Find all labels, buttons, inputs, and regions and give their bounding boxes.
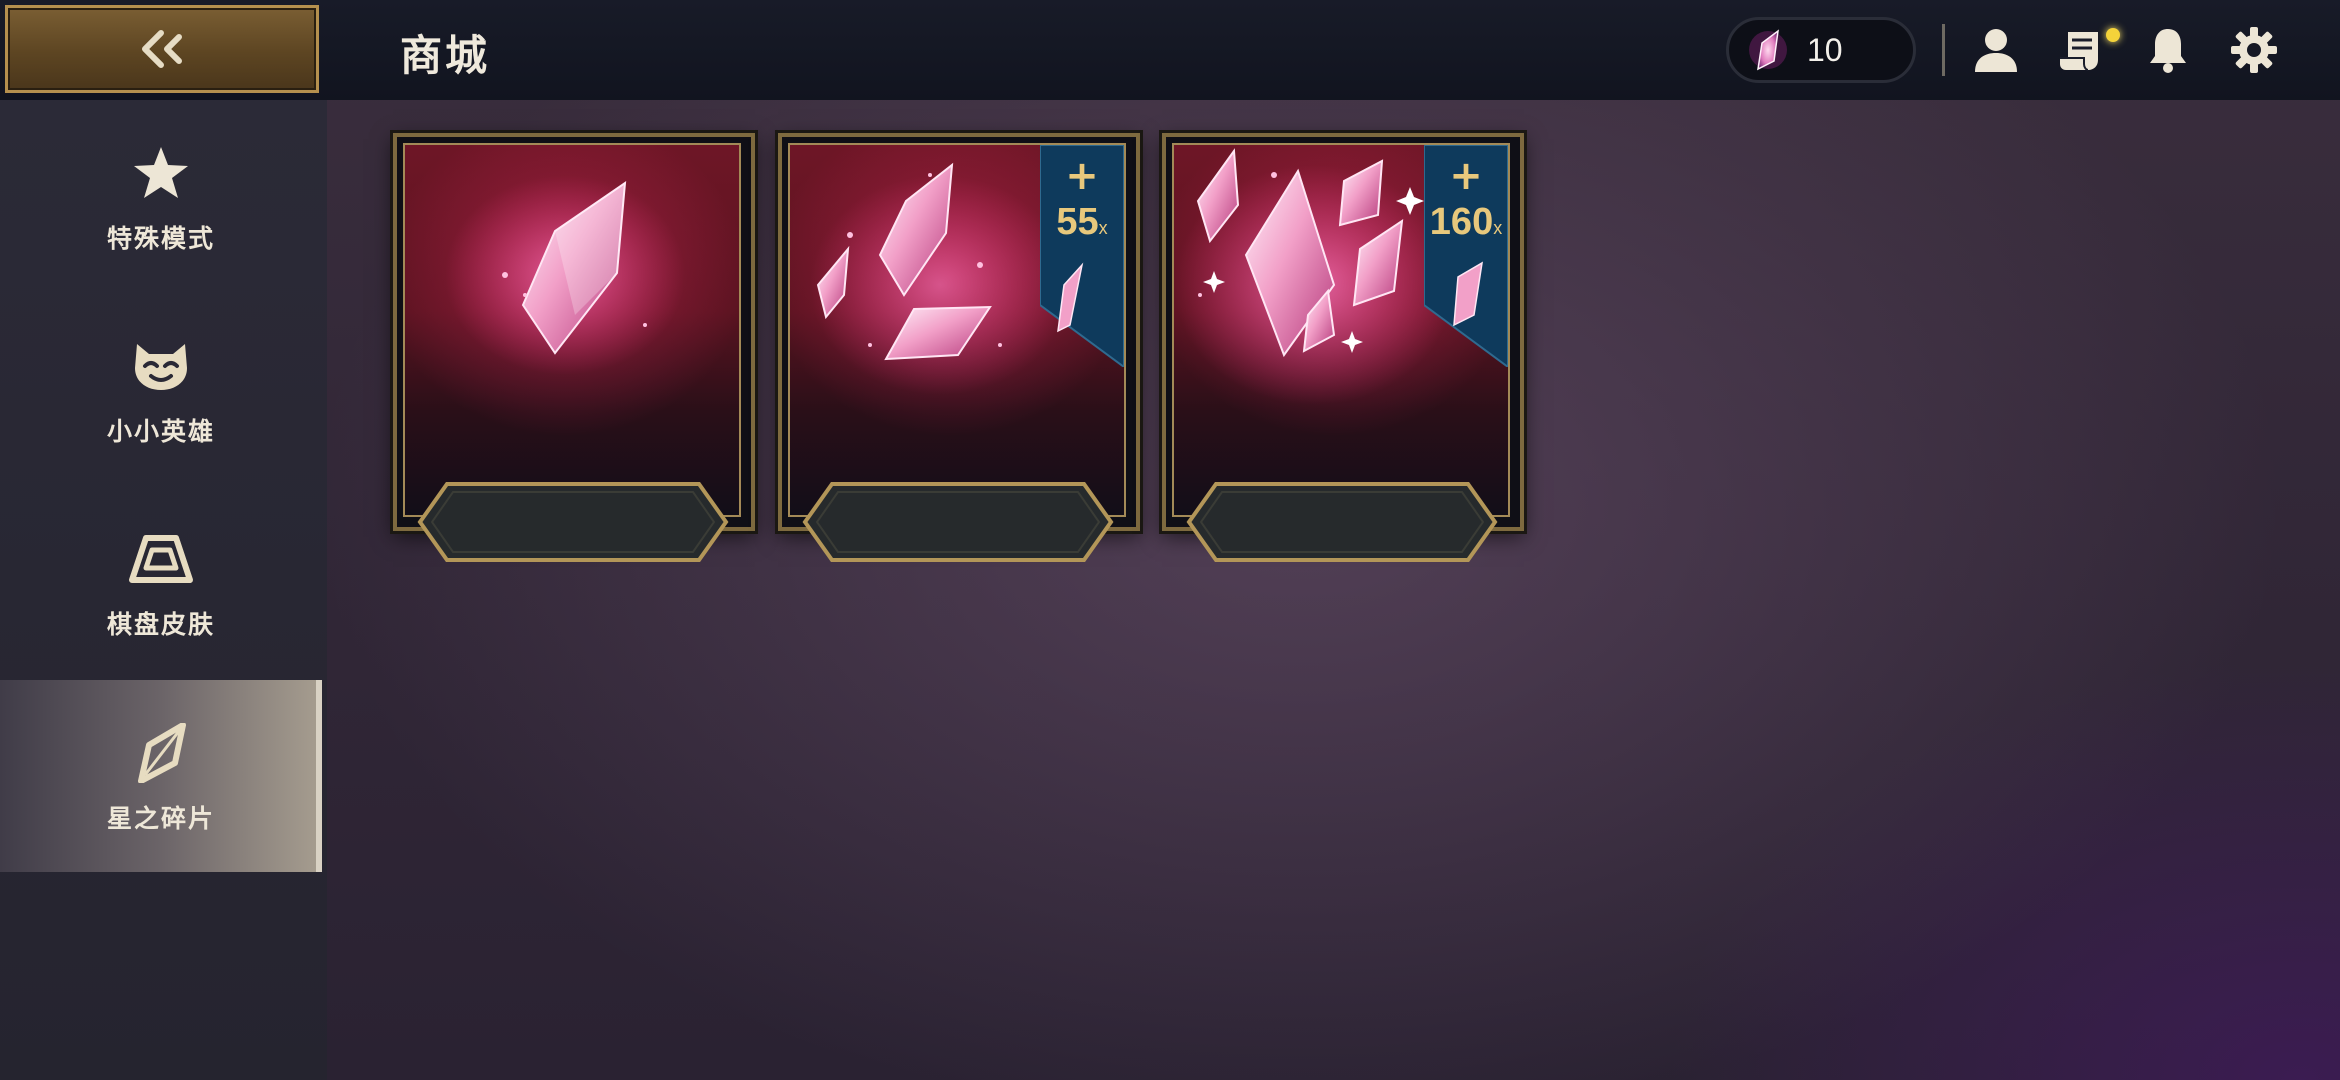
profile-icon	[1975, 29, 2017, 72]
card-artwork	[403, 143, 741, 517]
arena-trapezoid-icon	[129, 535, 193, 583]
sidebar-item-label: 棋盘皮肤	[106, 610, 215, 639]
sidebar-item-special-modes[interactable]: 特殊模式	[0, 100, 322, 292]
gear-icon	[2231, 27, 2277, 73]
bonus-amount: 160x	[1429, 201, 1503, 243]
sidebar-item-label: 特殊模式	[106, 224, 215, 253]
double-chevron-left-icon	[142, 30, 182, 68]
notification-dot	[2106, 28, 2120, 42]
shop-card-star-shard-55[interactable]: + 55x	[778, 133, 1140, 562]
page-title: 商城	[400, 31, 491, 80]
back-button[interactable]	[5, 5, 319, 93]
scroll-icon	[2060, 32, 2098, 71]
star-shard-amount: 10	[1807, 31, 1843, 68]
sidebar-item-little-legends[interactable]: 小小英雄	[0, 293, 322, 485]
sidebar-item-label: 小小英雄	[106, 417, 215, 446]
card-artwork: + 55x	[788, 143, 1126, 517]
sidebar-item-arena-skins[interactable]: 棋盘皮肤	[0, 486, 322, 678]
category-sidebar: 特殊模式 小小英雄 棋盘皮肤 星之碎片	[0, 100, 327, 1080]
profile-button[interactable]	[1968, 22, 2024, 78]
settings-button[interactable]	[2226, 22, 2282, 78]
sidebar-item-label: 星之碎片	[106, 804, 215, 833]
bonus-amount: 55x	[1056, 201, 1108, 243]
shop-card-star-shard-160[interactable]: + 160x	[1162, 133, 1524, 562]
star-shard-balance[interactable]: 10	[1726, 17, 1916, 83]
star-icon	[134, 147, 188, 198]
bonus-plus: +	[1065, 153, 1099, 199]
star-shard-gem-icon	[1747, 26, 1789, 74]
star-shard-artwork	[445, 175, 685, 375]
top-bar: 商城 10	[0, 0, 2340, 100]
sidebar-item-star-shards[interactable]: 星之碎片	[0, 680, 322, 872]
star-shard-icon	[138, 723, 186, 783]
card-artwork: + 160x	[1172, 143, 1510, 517]
bonus-ribbon: + 160x	[1424, 145, 1508, 367]
little-legend-face-icon	[135, 344, 187, 390]
shop-card-star-shard-1[interactable]	[393, 133, 755, 562]
header-divider	[1942, 24, 1945, 76]
price-button[interactable]	[802, 481, 1114, 563]
price-button[interactable]	[1186, 481, 1498, 563]
bonus-ribbon: + 55x	[1040, 145, 1124, 367]
missions-button[interactable]	[2054, 22, 2120, 78]
bell-icon	[2150, 29, 2186, 73]
bonus-plus: +	[1449, 153, 1483, 199]
price-button[interactable]	[417, 481, 729, 563]
notifications-button[interactable]	[2140, 22, 2196, 78]
